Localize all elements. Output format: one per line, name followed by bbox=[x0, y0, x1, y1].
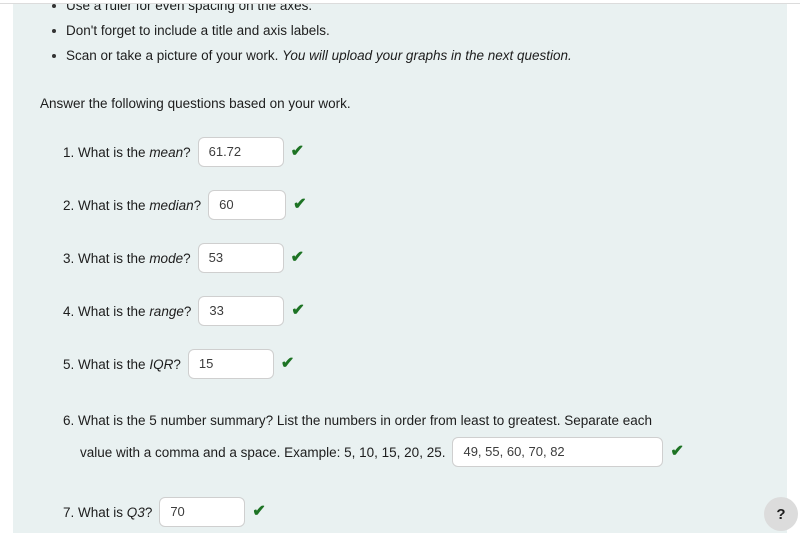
instruction-list: Use a ruler for even spacing on the axes… bbox=[40, 4, 760, 68]
question-row-3: 3. What is the mode ? 53 ✔ bbox=[40, 243, 760, 273]
question-suffix: ? bbox=[183, 144, 191, 160]
correct-check-icon: ✔ bbox=[670, 443, 684, 460]
answer-prompt: Answer the following questions based on … bbox=[40, 96, 351, 111]
list-item: Don't forget to include a title and axis… bbox=[52, 19, 760, 43]
question-number: 3. bbox=[63, 250, 75, 266]
question-number: 5. bbox=[63, 356, 75, 372]
answer-input-mean[interactable]: 61.72 bbox=[197, 137, 284, 167]
answer-input-iqr[interactable]: 15 bbox=[187, 349, 274, 379]
list-item: Use a ruler for even spacing on the axes… bbox=[52, 4, 760, 18]
correct-check-icon: ✔ bbox=[290, 249, 305, 266]
help-button[interactable]: ? bbox=[764, 497, 798, 531]
question-body: Use a ruler for even spacing on the axes… bbox=[40, 4, 760, 533]
question-row-6: 6. What is the 5 number summary? List th… bbox=[40, 413, 760, 467]
question-suffix: ? bbox=[183, 250, 191, 266]
question-6-line-1: 6. What is the 5 number summary? List th… bbox=[63, 413, 760, 428]
question-label: What is the bbox=[78, 356, 150, 372]
question-row-4: 4. What is the range ? 33 ✔ bbox=[40, 296, 760, 326]
question-label: What is bbox=[78, 504, 127, 520]
correct-check-icon: ✔ bbox=[293, 196, 307, 213]
question-suffix: ? bbox=[193, 197, 202, 213]
instruction-text: Don't forget to include a title and axis… bbox=[66, 23, 330, 38]
instruction-text: Use a ruler for even spacing on the axes… bbox=[66, 4, 313, 13]
question-label: What is the bbox=[78, 197, 150, 213]
question-row-2: 2. What is the median ? 60 ✔ bbox=[40, 190, 760, 220]
question-term: range bbox=[149, 303, 184, 319]
answer-input-five-number-summary[interactable]: 49, 55, 60, 70, 82 bbox=[452, 437, 664, 467]
question-content-panel: Use a ruler for even spacing on the axes… bbox=[13, 4, 787, 533]
question-row-7: 7. What is Q3 ? 70 ✔ bbox=[40, 497, 760, 527]
answer-input-q3[interactable]: 70 bbox=[159, 497, 246, 527]
instruction-emphasis: You will upload your graphs in the next … bbox=[282, 48, 572, 63]
instruction-text: Scan or take a picture of your work. bbox=[66, 48, 283, 63]
question-row-5: 5. What is the IQR ? 15 ✔ bbox=[40, 349, 760, 379]
question-suffix: ? bbox=[144, 504, 153, 520]
question-text: What is the 5 number summary? List the n… bbox=[78, 413, 653, 428]
question-suffix: ? bbox=[183, 303, 192, 319]
correct-check-icon: ✔ bbox=[252, 503, 266, 520]
correct-check-icon: ✔ bbox=[291, 302, 305, 319]
question-suffix: ? bbox=[173, 356, 181, 372]
correct-check-icon: ✔ bbox=[280, 355, 295, 372]
question-number: 2. bbox=[63, 197, 75, 213]
question-text-continued: value with a comma and a space. Example:… bbox=[80, 444, 446, 460]
question-label: What is the bbox=[78, 250, 150, 266]
question-number: 6. bbox=[63, 413, 75, 428]
page-root: Use a ruler for even spacing on the axes… bbox=[0, 0, 800, 533]
top-divider bbox=[0, 0, 800, 4]
answer-input-mode[interactable]: 53 bbox=[197, 243, 284, 273]
question-number: 4. bbox=[63, 303, 75, 319]
question-number: 1. bbox=[63, 144, 75, 160]
question-label: What is the bbox=[78, 144, 150, 160]
answer-input-range[interactable]: 33 bbox=[198, 296, 285, 326]
question-6-line-2: value with a comma and a space. Example:… bbox=[63, 437, 760, 467]
question-row-1: 1. What is the mean ? 61.72 ✔ bbox=[40, 137, 760, 167]
question-number: 7. bbox=[63, 504, 75, 520]
question-term: Q3 bbox=[126, 504, 145, 520]
correct-check-icon: ✔ bbox=[290, 143, 305, 160]
question-term: mode bbox=[149, 250, 184, 266]
question-label: What is the bbox=[78, 303, 150, 319]
question-term: median bbox=[149, 197, 194, 213]
question-term: mean bbox=[149, 144, 184, 160]
answer-input-median[interactable]: 60 bbox=[208, 190, 287, 220]
question-term: IQR bbox=[149, 356, 174, 372]
list-item: Scan or take a picture of your work. You… bbox=[52, 44, 760, 68]
